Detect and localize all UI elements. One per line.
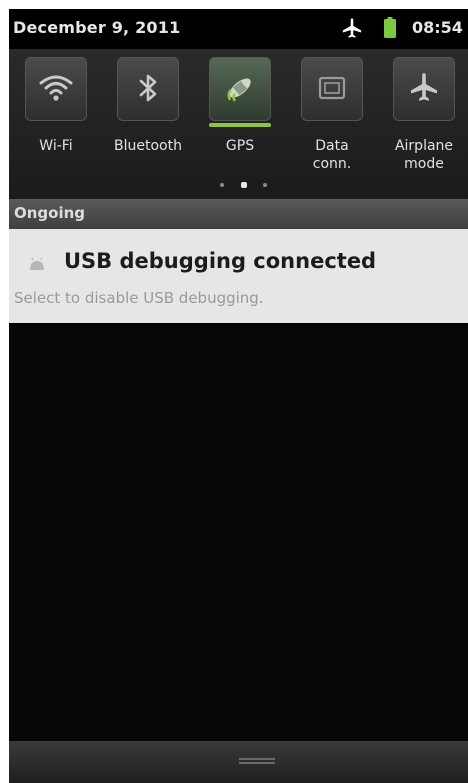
- battery-icon: [384, 17, 396, 38]
- bluetooth-state-indicator: [117, 123, 179, 127]
- quick-toggle-data-connection[interactable]: Data conn.: [289, 57, 375, 197]
- bluetooth-icon: [139, 74, 157, 102]
- usb-icon: [30, 257, 44, 270]
- grip-handle-icon: [239, 758, 275, 764]
- quick-toggle-airplane-mode[interactable]: Airplane mode: [381, 57, 467, 197]
- gps-icon: [227, 78, 251, 102]
- notification-title: USB debugging connected: [64, 249, 377, 273]
- gps-state-indicator: [209, 123, 271, 127]
- page-dot-current: [241, 182, 247, 188]
- notification-shade: December 9, 2011 08:54 Wi-Fi Bluetooth G…: [9, 9, 468, 783]
- shade-close-handle[interactable]: [9, 741, 468, 783]
- data-connection-state-indicator: [301, 123, 363, 127]
- status-bar: December 9, 2011 08:54: [9, 9, 468, 49]
- quick-settings-panel: Wi-Fi Bluetooth GPS Data conn. Airplane …: [9, 49, 468, 199]
- status-date: December 9, 2011: [13, 18, 181, 37]
- empty-notification-area: [9, 323, 468, 741]
- quick-toggle-label: Wi-Fi: [39, 138, 73, 154]
- wifi-state-indicator: [25, 123, 87, 127]
- quick-toggle-label: Data conn.: [312, 138, 352, 172]
- ongoing-section-header: Ongoing: [9, 199, 468, 229]
- quick-toggle-label: Airplane mode: [394, 138, 454, 172]
- status-time: 08:54: [412, 18, 463, 37]
- notification-subtitle: Select to disable USB debugging.: [14, 289, 264, 307]
- quick-toggle-label: Bluetooth: [114, 138, 182, 154]
- usb-debugging-notification[interactable]: USB debugging connected Select to disabl…: [9, 229, 468, 323]
- wifi-icon: [39, 75, 73, 101]
- page-dot: [220, 183, 224, 187]
- quick-toggle-wifi[interactable]: Wi-Fi: [13, 57, 99, 197]
- quick-toggle-gps[interactable]: GPS: [197, 57, 283, 197]
- data-connection-icon: [318, 76, 346, 100]
- quick-toggle-label: GPS: [225, 138, 255, 154]
- page-indicator: [215, 180, 275, 190]
- page-dot: [263, 183, 267, 187]
- airplane-icon: [342, 18, 362, 38]
- quick-toggle-bluetooth[interactable]: Bluetooth: [105, 57, 191, 197]
- airplane-mode-icon: [411, 73, 437, 101]
- airplane-mode-state-indicator: [393, 123, 455, 127]
- section-title: Ongoing: [14, 204, 86, 222]
